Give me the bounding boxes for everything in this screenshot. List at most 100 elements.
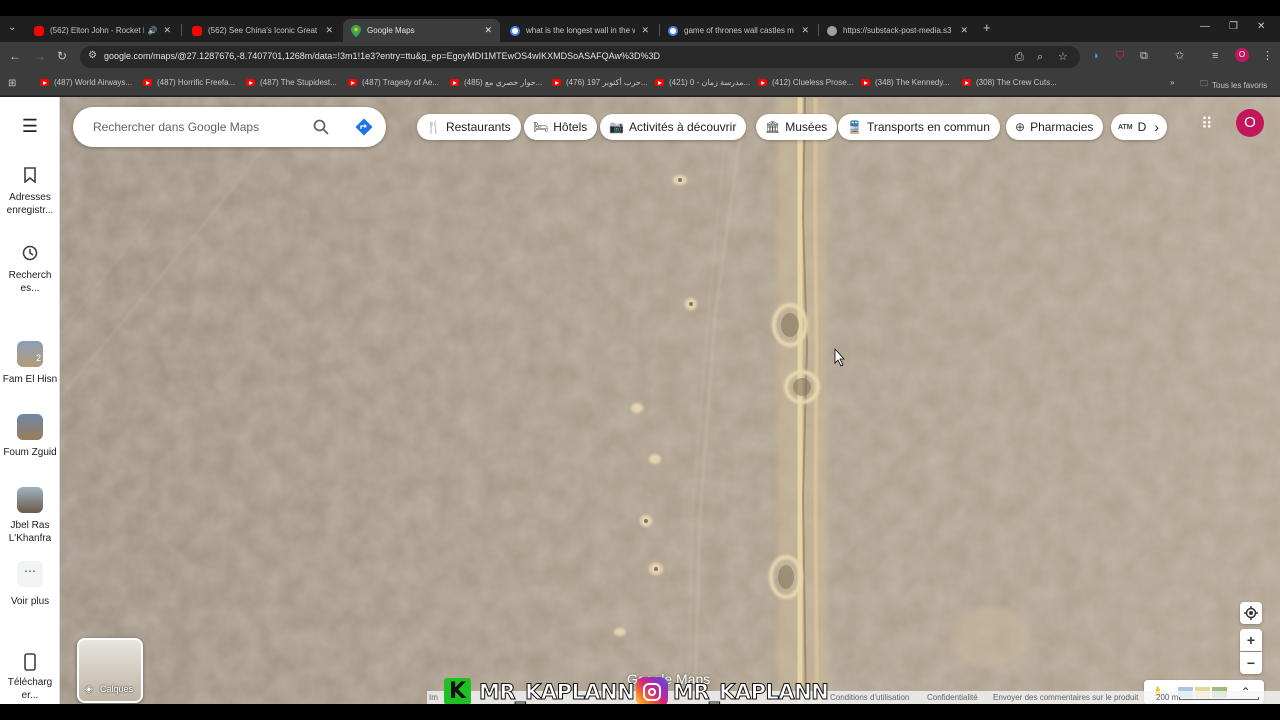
chrome-menu-icon[interactable]: ⋮ <box>1262 50 1273 62</box>
history-icon <box>22 245 38 261</box>
folder-icon: 🗀 <box>1200 79 1208 88</box>
imagery-credit[interactable]: Im <box>429 693 438 702</box>
all-bookmarks-folder[interactable]: 🗀 Tous les favoris <box>1200 78 1267 92</box>
forward-icon[interactable]: → <box>34 50 46 62</box>
bookmark-item[interactable]: (308) The Crew Cuts... <box>962 78 1057 87</box>
google-favicon-icon <box>668 25 678 36</box>
directions-icon[interactable] <box>355 118 373 136</box>
phone-icon <box>24 653 36 671</box>
zoom-icon[interactable]: ⌕ <box>1037 51 1043 63</box>
apps-grid-icon[interactable]: ⊞ <box>8 78 16 89</box>
bookmark-item[interactable]: (487) World Airways... <box>40 78 132 87</box>
close-tab-icon[interactable]: ✕ <box>641 25 649 36</box>
close-tab-icon[interactable]: ✕ <box>960 25 968 36</box>
chip-hotels[interactable]: 🛏 Hôtels <box>524 114 598 140</box>
youtube-icon <box>655 79 664 86</box>
close-tab-icon[interactable]: ✕ <box>325 25 333 36</box>
tab-got-wall-search[interactable]: game of thrones wall castles m ✕ <box>660 19 817 42</box>
recent-place-fam-el-hisn[interactable]: 2 Fam El Hisn <box>0 341 60 386</box>
feedback-link[interactable]: Envoyer des commentaires sur le produit <box>993 693 1138 702</box>
reload-icon[interactable]: ↻ <box>57 50 67 62</box>
tab-elton-john[interactable]: (562) Elton John - Rocket M 🔊 ✕ <box>26 19 179 42</box>
close-tab-icon[interactable]: ✕ <box>484 25 492 36</box>
place-thumbnail <box>17 487 43 513</box>
saved-places-label: Adresses enregistr... <box>6 192 54 216</box>
bookmark-item[interactable]: (487) Horrific Freefa... <box>143 78 235 87</box>
new-tab-button[interactable]: + <box>983 20 991 35</box>
account-avatar[interactable]: O <box>1236 109 1264 137</box>
place-thumbnail: 2 <box>17 341 43 367</box>
url-text[interactable]: google.com/maps/@27.1287676,-8.7407701,1… <box>104 51 660 61</box>
bookmark-item[interactable]: (487) The Stupidest... <box>246 78 337 87</box>
chevron-right-icon[interactable]: › <box>1154 119 1159 135</box>
reading-list-icon[interactable]: ✩ <box>1175 50 1184 62</box>
close-tab-icon[interactable]: ✕ <box>163 25 171 36</box>
tab-divider <box>181 24 182 36</box>
search-input[interactable]: Rechercher dans Google Maps <box>93 120 259 134</box>
bookmark-item[interactable]: (476) حرب أكتوبر 197... <box>552 78 648 87</box>
extensions-puzzle-icon[interactable]: ⧉ <box>1140 50 1148 62</box>
youtube-favicon-icon <box>192 25 202 36</box>
my-location-button[interactable] <box>1240 602 1262 624</box>
tab-great-wall-video[interactable]: (562) See China's Iconic Great W ✕ <box>184 19 341 42</box>
chip-museums[interactable]: 🏛 Musées <box>756 114 838 140</box>
tab-longest-wall-search[interactable]: what is the longest wall in the w ✕ <box>502 19 657 42</box>
scale-label[interactable]: 200 m <box>1156 693 1178 702</box>
bookmark-star-icon[interactable]: ☆ <box>1058 51 1068 63</box>
zoom-in-button[interactable]: + <box>1240 629 1262 651</box>
tab-substack-image[interactable]: https://substack-post-media.s3 ✕ <box>819 19 976 42</box>
extension-shield-icon[interactable]: ⛉ <box>1116 50 1124 62</box>
bookmark-item[interactable]: (348) The Kennedy... <box>861 78 949 87</box>
recent-place-foum-zguid[interactable]: Foum Zguid <box>0 414 60 459</box>
chip-activities[interactable]: 📷 Activités à découvrir <box>600 114 747 140</box>
layers-button[interactable]: ◈ Calques <box>77 638 143 703</box>
chip-restaurants[interactable]: 🍴 Restaurants <box>417 114 521 140</box>
maximize-icon[interactable]: ❐ <box>1229 21 1238 32</box>
menu-hamburger-icon[interactable]: ☰ <box>0 117 60 135</box>
recent-place-jbel-ras[interactable]: Jbel Ras L'Khanfra <box>0 487 60 545</box>
address-bar[interactable]: ⚙ google.com/maps/@27.1287676,-8.7407701… <box>80 46 1080 68</box>
privacy-link[interactable]: Confidentialité <box>927 693 978 702</box>
bookmark-item[interactable]: (487) Tragedy of Ae... <box>348 78 439 87</box>
chip-label: Activités à découvrir <box>628 120 737 134</box>
tab-google-maps[interactable]: Google Maps ✕ <box>343 19 500 42</box>
bookmark-label: (487) Horrific Freefa... <box>157 78 236 87</box>
minimize-icon[interactable]: — <box>1200 21 1210 32</box>
extension-blue-icon[interactable]: ◗ <box>1093 50 1100 62</box>
place-thumbnail <box>17 414 43 440</box>
chip-atm[interactable]: ATM D › <box>1111 114 1167 140</box>
install-app-icon[interactable]: ⎙ <box>1015 51 1024 63</box>
speaker-icon[interactable]: 🔊 <box>147 26 157 35</box>
back-icon[interactable]: ← <box>9 50 21 62</box>
close-window-icon[interactable]: ✕ <box>1257 21 1265 32</box>
layers-icon: ◈ <box>85 684 93 695</box>
bookmark-item[interactable]: (485) حوار حصري مع... <box>450 78 542 87</box>
google-favicon-icon <box>510 25 520 36</box>
saved-places-button[interactable]: Adresses enregistr... <box>0 167 60 217</box>
tab-search-icon[interactable]: ⌄ <box>8 22 16 33</box>
more-bookmarks-chevron-icon[interactable]: » <box>1170 78 1174 87</box>
profile-avatar[interactable]: O <box>1235 48 1249 62</box>
chip-transit[interactable]: 🚆 Transports en commun <box>838 114 1000 140</box>
terms-link[interactable]: Conditions d'utilisation <box>830 693 909 702</box>
media-control-icon[interactable]: ≡ <box>1212 50 1218 62</box>
bookmark-item[interactable]: (412) Clueless Prose... <box>758 78 853 87</box>
download-app-button[interactable]: Télécharg er... <box>0 653 60 702</box>
site-info-icon[interactable]: ⚙ <box>88 50 97 61</box>
bookmark-item[interactable]: (421) مدرسة زمان - 0... <box>655 78 750 87</box>
google-apps-icon[interactable]: ⠿ <box>1201 114 1213 134</box>
place-count-badge: 2 <box>35 353 41 363</box>
close-tab-icon[interactable]: ✕ <box>801 25 809 36</box>
satellite-map[interactable] <box>60 97 1280 704</box>
zoom-out-button[interactable]: − <box>1240 652 1262 674</box>
chip-pharmacies[interactable]: ⊕ Pharmacies <box>1006 114 1104 140</box>
search-icon[interactable] <box>313 119 329 135</box>
browser-toolbar: ← → ↻ ⚙ google.com/maps/@27.1287676,-8.7… <box>0 42 1280 72</box>
see-more-button[interactable]: ⋯ Voir plus <box>0 561 60 608</box>
recent-button[interactable]: Recherch es... <box>0 245 60 295</box>
maps-search-box[interactable]: Rechercher dans Google Maps <box>73 107 386 147</box>
place-label: Fam El Hisn <box>2 374 58 385</box>
chip-label: D <box>1137 120 1147 134</box>
bookmark-label: (487) Tragedy of Ae... <box>362 78 439 87</box>
restaurant-icon: 🍴 <box>426 120 441 134</box>
